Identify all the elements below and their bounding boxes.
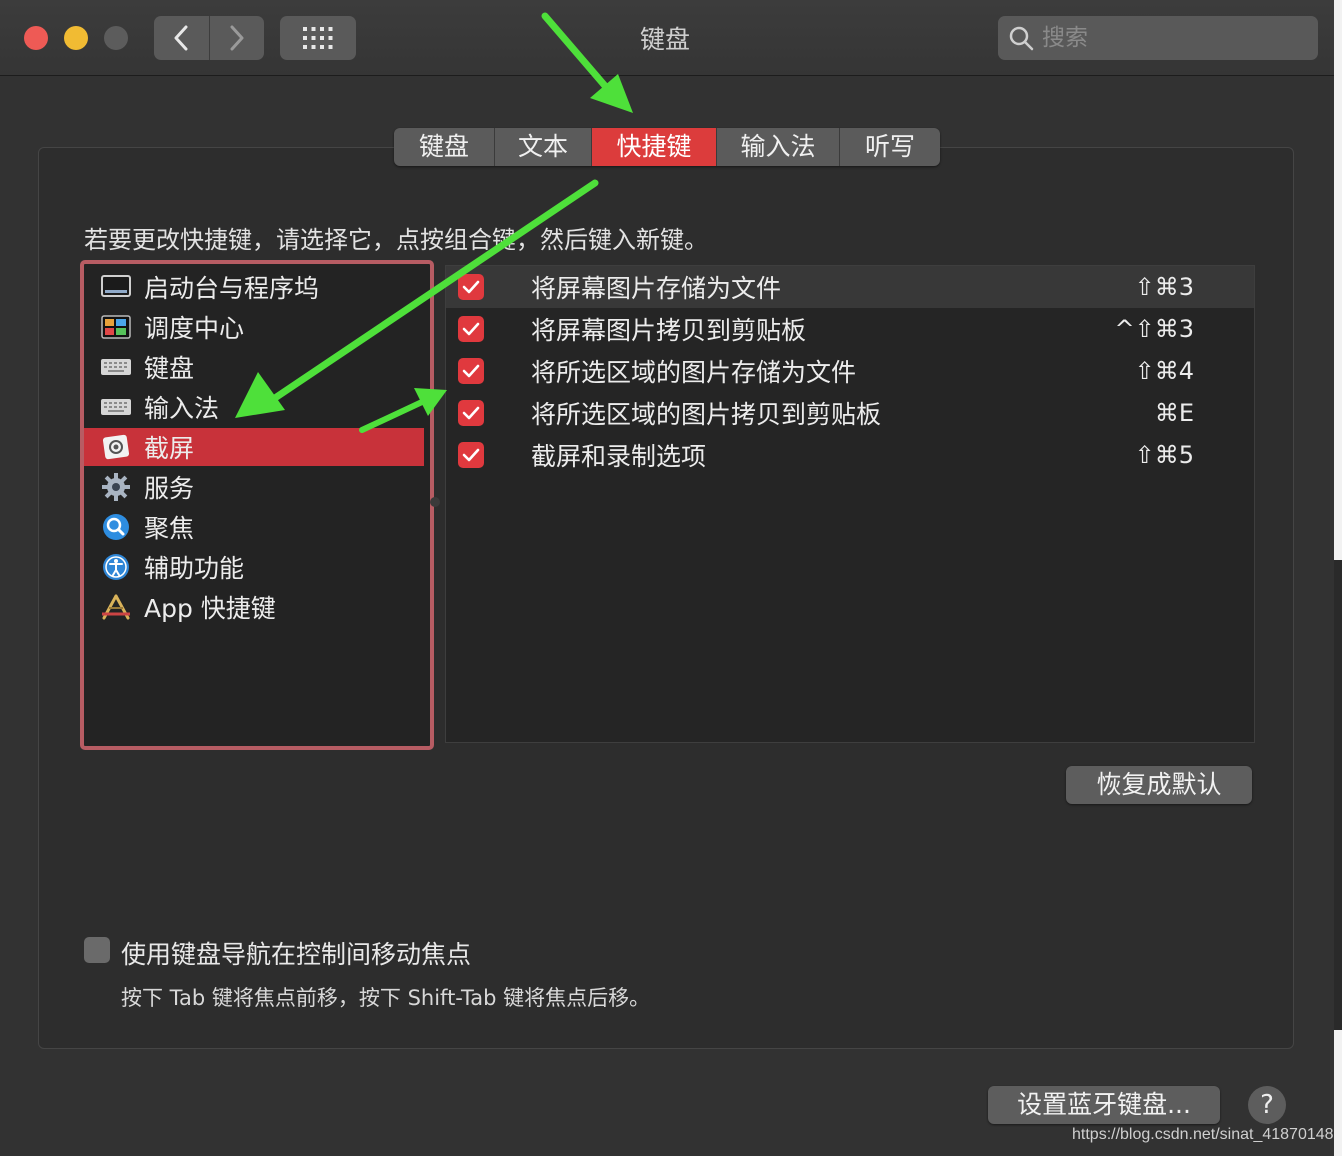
tab-shortcuts[interactable]: 快捷键: [592, 128, 717, 166]
spotlight-icon: [100, 511, 132, 543]
shortcut-keys[interactable]: ^⇧⌘3: [1115, 315, 1195, 343]
keyboard-navigation-checkbox[interactable]: [84, 937, 110, 963]
shortcut-label: 将所选区域的图片拷贝到剪贴板: [531, 400, 882, 429]
window-title: 键盘: [639, 25, 690, 54]
category-item-spotlight[interactable]: 聚焦: [84, 508, 424, 546]
app-store-icon: [100, 591, 132, 623]
category-item-mission-control[interactable]: 调度中心: [84, 308, 424, 346]
close-button[interactable]: [24, 26, 48, 50]
shortcut-row[interactable]: 将所选区域的图片拷贝到剪贴板 ⌘E: [446, 392, 1254, 434]
shortcut-row[interactable]: 将屏幕图片拷贝到剪贴板 ^⇧⌘3: [446, 308, 1254, 350]
category-item-input-sources[interactable]: 输入法: [84, 388, 424, 426]
category-item-services[interactable]: 服务: [84, 468, 424, 506]
category-label: 聚焦: [144, 514, 195, 543]
watermark-text: https://blog.csdn.net/sinat_41870148: [1072, 1126, 1334, 1143]
search-input[interactable]: [1040, 24, 1304, 52]
background-window-edge: [1334, 560, 1342, 1030]
nav-button-group: [154, 16, 264, 60]
shortcut-label: 截屏和录制选项: [531, 442, 707, 471]
shortcut-list: 将屏幕图片存储为文件 ⇧⌘3 将屏幕图片拷贝到剪贴板 ^⇧⌘3 将所选区域的图片…: [445, 265, 1255, 743]
shortcut-checkbox[interactable]: [458, 400, 484, 426]
category-label: App 快捷键: [144, 594, 276, 623]
category-label: 键盘: [144, 354, 195, 383]
back-button[interactable]: [154, 16, 209, 60]
show-all-button[interactable]: [280, 16, 356, 60]
keyboard-navigation-description: 按下 Tab 键将焦点前移，按下 Shift-Tab 键将焦点后移。: [121, 986, 651, 1010]
forward-button[interactable]: [208, 16, 265, 60]
restore-defaults-button[interactable]: 恢复成默认: [1066, 766, 1252, 804]
shortcut-keys[interactable]: ⌘E: [1155, 399, 1194, 427]
category-item-screenshots[interactable]: 截屏: [84, 428, 424, 466]
shortcut-keys[interactable]: ⇧⌘4: [1135, 357, 1194, 385]
title-bar: 键盘: [0, 0, 1334, 76]
input-source-icon: [100, 391, 132, 423]
search-field[interactable]: [998, 16, 1318, 60]
grid-icon: [303, 27, 333, 49]
zoom-button[interactable]: [104, 26, 128, 50]
shortcut-checkbox[interactable]: [458, 274, 484, 300]
shortcut-label: 将屏幕图片存储为文件: [531, 274, 782, 303]
shortcut-row[interactable]: 截屏和录制选项 ⇧⌘5: [446, 434, 1254, 476]
setup-bluetooth-keyboard-button[interactable]: 设置蓝牙键盘...: [988, 1086, 1220, 1124]
tab-text[interactable]: 文本: [495, 128, 592, 166]
screenshot-icon: [100, 431, 132, 463]
split-resize-handle[interactable]: [430, 497, 440, 507]
tab-bar: 键盘 文本 快捷键 输入法 听写: [394, 128, 940, 166]
category-label: 辅助功能: [144, 554, 245, 583]
tab-dictation[interactable]: 听写: [840, 128, 940, 166]
tab-input-sources[interactable]: 输入法: [717, 128, 840, 166]
shortcut-checkbox[interactable]: [458, 358, 484, 384]
category-item-app-shortcuts[interactable]: App 快捷键: [84, 588, 424, 626]
shortcut-keys[interactable]: ⇧⌘3: [1135, 273, 1194, 301]
minimize-button[interactable]: [64, 26, 88, 50]
shortcut-checkbox[interactable]: [458, 316, 484, 342]
category-label: 输入法: [144, 394, 220, 423]
checkmark-icon: [462, 322, 480, 336]
shortcut-keys[interactable]: ⇧⌘5: [1135, 441, 1194, 469]
shortcut-row[interactable]: 将所选区域的图片存储为文件 ⇧⌘4: [446, 350, 1254, 392]
system-preferences-window: 键盘 键盘 文本 快捷键 输入法 听写 若要更改快捷键，请选择它，点按组合键，然…: [0, 0, 1334, 1156]
chevron-right-icon: [230, 25, 244, 51]
checkmark-icon: [462, 364, 480, 378]
checkmark-icon: [462, 280, 480, 294]
search-icon: [1009, 26, 1034, 51]
shortcut-row[interactable]: 将屏幕图片存储为文件 ⇧⌘3: [446, 266, 1254, 308]
accessibility-icon: [100, 551, 132, 583]
category-label: 调度中心: [144, 314, 245, 343]
shortcut-category-list: 启动台与程序坞 调度中心 键盘 输入法 截屏 服务 聚焦 辅助功能 App 快捷…: [80, 260, 434, 750]
checkmark-icon: [462, 406, 480, 420]
category-item-dock[interactable]: 启动台与程序坞: [84, 268, 424, 306]
keyboard-navigation-label: 使用键盘导航在控制间移动焦点: [121, 940, 472, 969]
category-label: 启动台与程序坞: [144, 274, 320, 303]
category-label: 服务: [144, 474, 195, 503]
tab-keyboard[interactable]: 键盘: [394, 128, 495, 166]
category-item-keyboard[interactable]: 键盘: [84, 348, 424, 386]
shortcut-label: 将所选区域的图片存储为文件: [531, 358, 857, 387]
category-item-accessibility[interactable]: 辅助功能: [84, 548, 424, 586]
shortcut-label: 将屏幕图片拷贝到剪贴板: [531, 316, 807, 345]
gear-icon: [100, 471, 132, 503]
instruction-text: 若要更改快捷键，请选择它，点按组合键，然后键入新键。: [84, 226, 708, 254]
dock-icon: [100, 271, 132, 303]
category-label: 截屏: [144, 434, 195, 463]
keyboard-icon: [100, 351, 132, 383]
chevron-left-icon: [174, 25, 188, 51]
help-button[interactable]: ?: [1248, 1086, 1286, 1124]
shortcut-checkbox[interactable]: [458, 442, 484, 468]
checkmark-icon: [462, 448, 480, 462]
mission-control-icon: [100, 311, 132, 343]
